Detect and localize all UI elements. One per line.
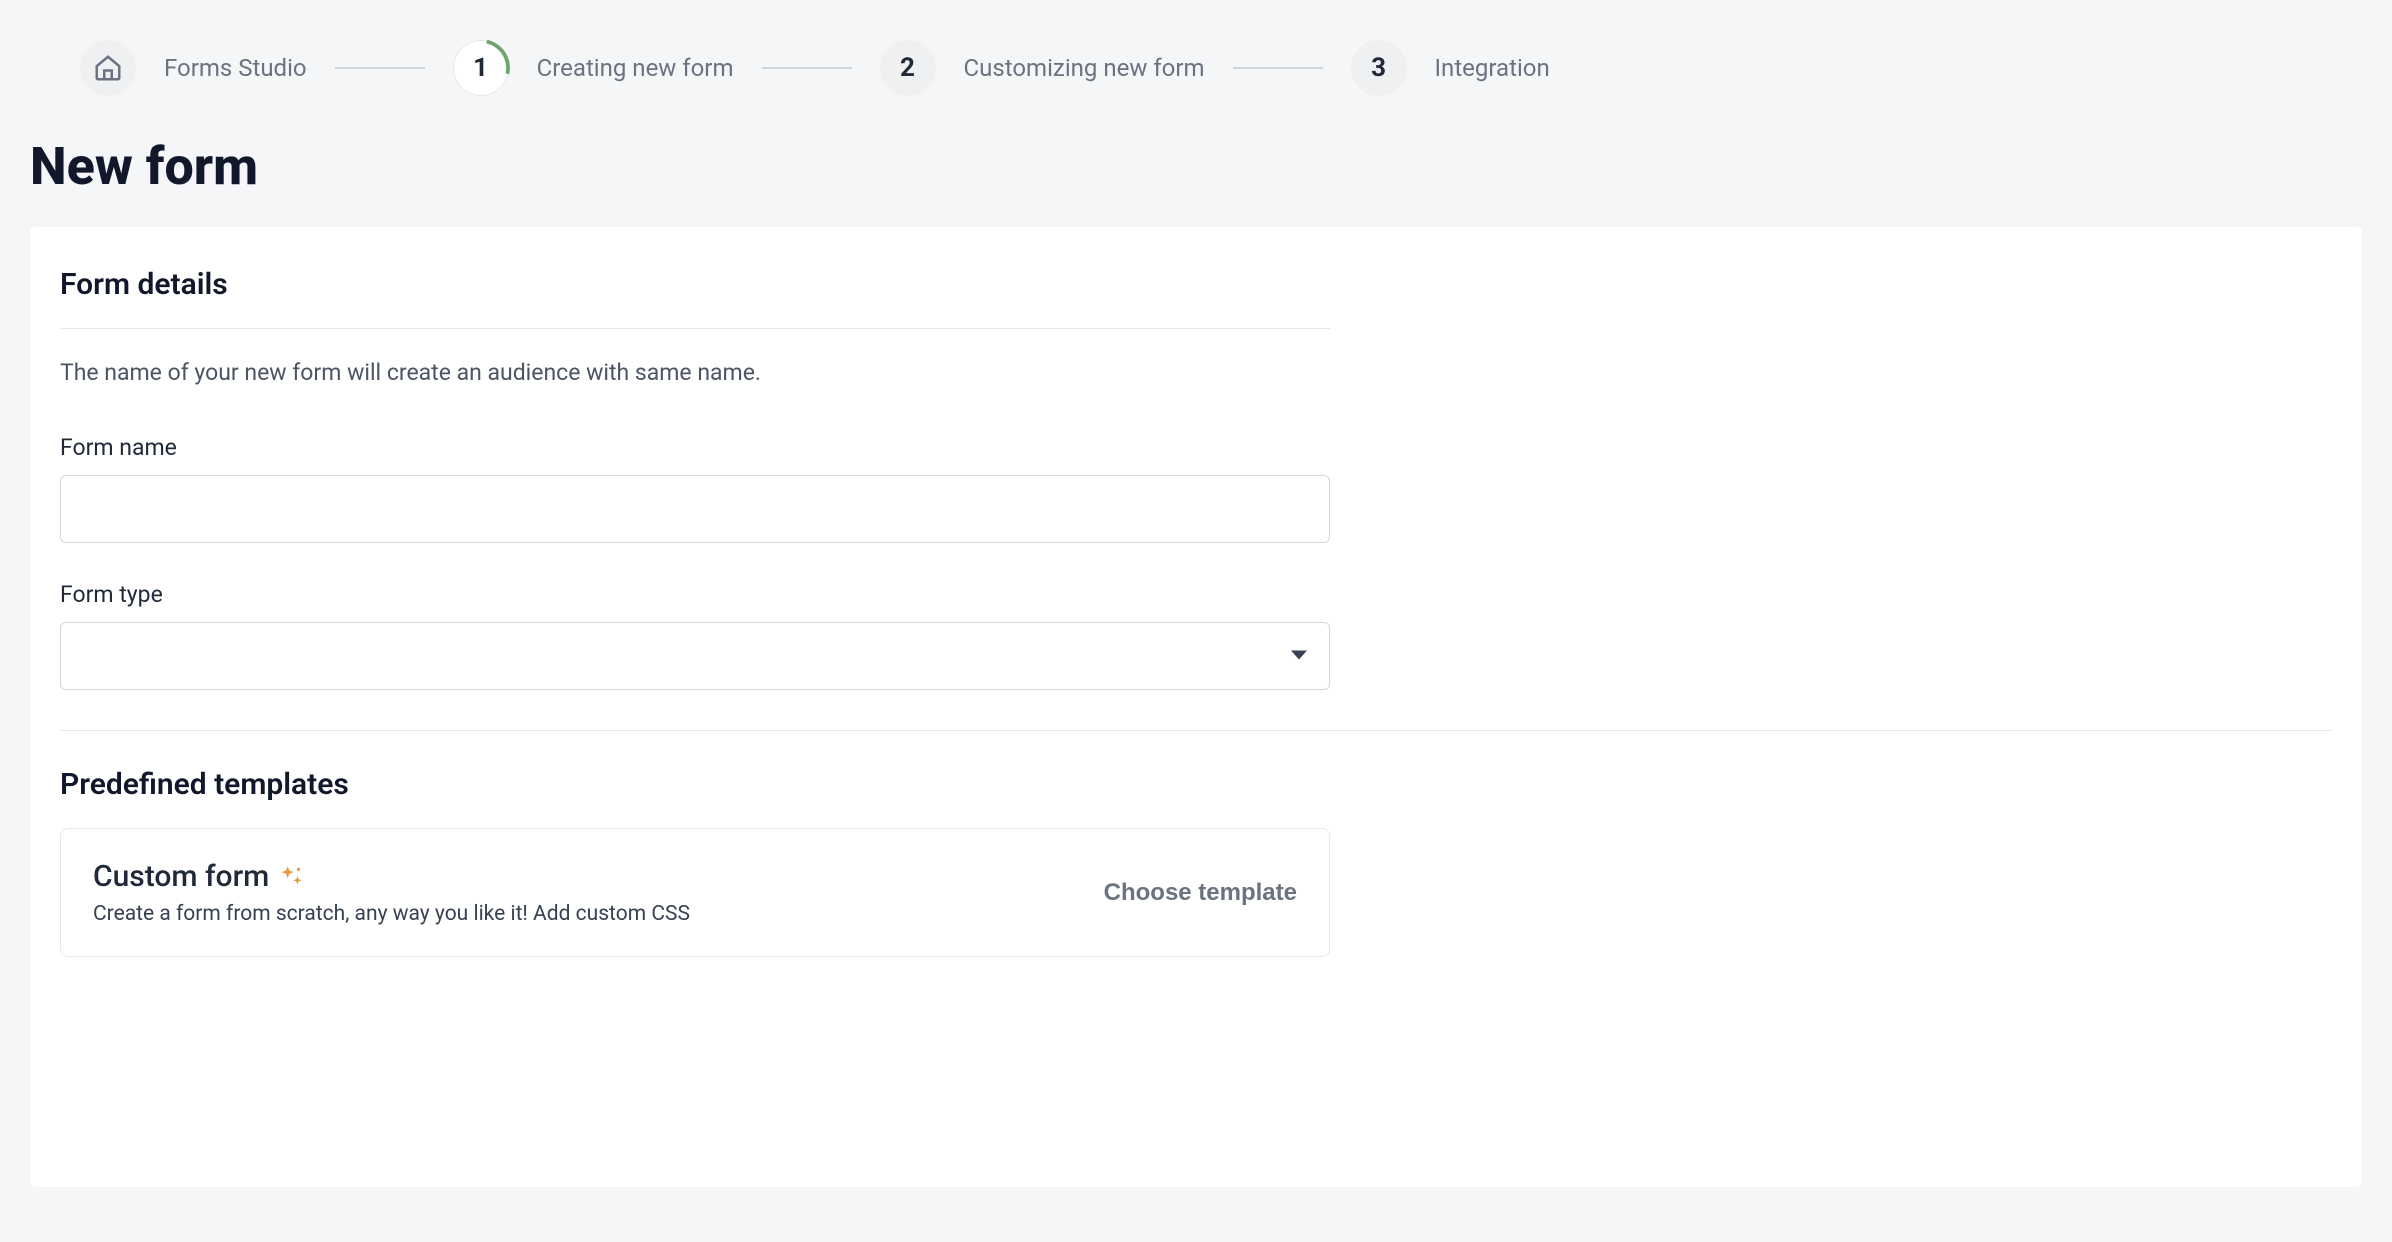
form-name-input[interactable] <box>60 475 1330 543</box>
form-details-description: The name of your new form will create an… <box>60 359 1330 386</box>
divider <box>60 730 2332 731</box>
templates-heading: Predefined templates <box>60 767 2332 802</box>
step-connector <box>1233 67 1323 69</box>
step-3[interactable]: 3 <box>1351 40 1407 96</box>
form-name-field: Form name <box>60 434 1330 543</box>
form-type-label: Form type <box>60 581 1330 608</box>
sparkle-icon <box>279 864 305 890</box>
page-title: New form <box>0 126 2392 227</box>
step-3-label: Integration <box>1435 54 1550 82</box>
form-name-label: Form name <box>60 434 1330 461</box>
template-card-custom-form: Custom form Create a form from scratch, … <box>60 828 1330 957</box>
template-description: Create a form from scratch, any way you … <box>93 902 690 926</box>
form-type-select[interactable] <box>60 622 1330 690</box>
main-card: Form details The name of your new form w… <box>30 227 2362 1187</box>
home-label[interactable]: Forms Studio <box>164 54 307 82</box>
home-step[interactable] <box>80 40 136 96</box>
choose-template-button[interactable]: Choose template <box>1104 879 1297 907</box>
step-1[interactable]: 1 <box>453 40 509 96</box>
stepper: Forms Studio 1 Creating new form 2 Custo… <box>0 0 2392 126</box>
step-1-label: Creating new form <box>537 54 734 82</box>
step-connector <box>335 67 425 69</box>
form-type-field: Form type <box>60 581 1330 690</box>
step-connector <box>762 67 852 69</box>
step-2-number: 2 <box>900 53 915 83</box>
step-1-number: 1 <box>473 53 488 83</box>
form-details-heading: Form details <box>60 267 1330 302</box>
template-title: Custom form <box>93 859 269 894</box>
step-3-number: 3 <box>1371 53 1386 83</box>
divider <box>60 328 1330 329</box>
home-icon <box>93 53 123 83</box>
step-2[interactable]: 2 <box>880 40 936 96</box>
step-2-label: Customizing new form <box>964 54 1205 82</box>
